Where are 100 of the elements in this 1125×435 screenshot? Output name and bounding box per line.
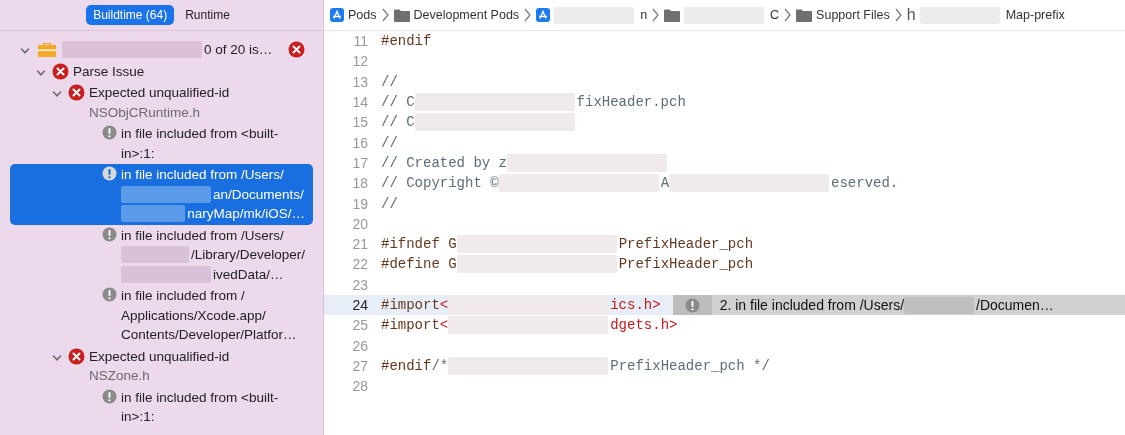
issue-text: ivedData/… <box>213 265 284 284</box>
breadcrumb-label: Support Files <box>816 8 890 22</box>
breadcrumb-item[interactable]: Support Files <box>796 8 890 22</box>
navigator-tab[interactable]: Buildtime (64) <box>86 5 175 25</box>
issue-row[interactable]: in file included from <built- in>:1: <box>10 386 313 428</box>
issue-row[interactable]: in file included from /Users/ an/Documents/ naryMap/mk/iOS/… <box>10 164 313 225</box>
warning-note-icon <box>102 125 117 140</box>
error-icon <box>68 84 85 101</box>
issue-row[interactable]: in file included from <built- in>:1: <box>10 123 313 164</box>
issue-text: Parse Issue <box>73 62 145 81</box>
file-name: NSZone.h <box>89 367 151 385</box>
issue-text: in file included from <built- <box>121 125 279 143</box>
code-text: PrefixHeader_pch */ <box>610 357 770 374</box>
error-icon <box>52 62 69 80</box>
annotation-text: 2. in file included from /Users/ <box>719 297 905 313</box>
chevron-icon[interactable] <box>36 67 46 78</box>
issue-text: Expected unqualified-id <box>89 347 230 366</box>
annotation-text: /Documen… <box>976 297 1054 313</box>
code-text: fixHeader.pch <box>576 94 686 111</box>
code-text: // Created by z <box>381 154 508 171</box>
error-icon <box>68 347 85 365</box>
app-icon <box>536 8 551 22</box>
breadcrumb-label: C <box>770 8 780 22</box>
line-number: 12 <box>351 53 369 70</box>
line-number: 11 <box>352 33 369 50</box>
line-number: 26 <box>351 337 369 354</box>
line-number: 27 <box>351 357 369 374</box>
line-number: 15 <box>351 114 369 131</box>
breadcrumb-item[interactable]: n <box>536 6 648 24</box>
breadcrumb-label: Development Pods <box>413 8 520 22</box>
issue-text: Applications/Xcode.app/ <box>121 306 266 325</box>
chevron-icon <box>524 8 532 22</box>
code-text: PrefixHeader_pch <box>618 236 754 253</box>
code-text: // Copyright © <box>381 175 499 192</box>
code-text: #ifndef G <box>381 236 457 253</box>
warning-note-icon <box>102 388 117 404</box>
navigator-tab[interactable]: Runtime <box>178 5 237 25</box>
issue-text: naryMap/mk/iOS/… <box>187 205 305 223</box>
chevron-icon <box>894 8 902 22</box>
breadcrumb-item[interactable]: Pods <box>330 8 377 22</box>
issue-text: in>:1: <box>121 408 155 426</box>
chevron-icon[interactable] <box>20 46 30 56</box>
code-text: // C <box>381 94 415 111</box>
code-text: /* <box>431 357 449 374</box>
issue-text: in>:1: <box>121 144 155 163</box>
issue-row[interactable]: Expected unqualified-id NSZone.h <box>10 345 313 387</box>
line-number: 25 <box>351 317 369 334</box>
issue-text: in file included from / <box>121 287 245 305</box>
line-number: 19 <box>351 195 369 212</box>
warning-note-icon <box>102 166 117 181</box>
line-number: 20 <box>351 215 369 232</box>
chevron-icon[interactable] <box>52 89 62 99</box>
breadcrumb-item[interactable]: Development Pods <box>393 8 520 22</box>
issue-row[interactable]: Parse Issue <box>10 60 313 82</box>
warning-note-icon <box>102 287 117 302</box>
folder-icon <box>664 8 681 22</box>
chevron-icon <box>381 8 389 22</box>
app-icon <box>330 8 344 22</box>
code-text: dgets.h> <box>610 317 678 334</box>
code-text: ics.h> <box>610 297 661 313</box>
line-number: 16 <box>351 134 369 151</box>
code-text: #import <box>381 297 440 313</box>
chevron-icon[interactable] <box>52 352 62 363</box>
header-file-icon: h <box>906 6 916 24</box>
warning-note-icon <box>102 226 117 242</box>
line-number: 22 <box>351 256 369 273</box>
issue-row[interactable]: in file included from / Applications/Xcode.app/ Contents/Developer/Platfor… <box>10 285 313 346</box>
breadcrumb-label: n <box>640 8 648 22</box>
issue-row[interactable]: in file included from /Users/ /Library/Developer/ ivedData/… <box>10 224 313 285</box>
line-number: 23 <box>351 276 369 293</box>
warning-note-icon <box>684 297 700 313</box>
code-text: // <box>381 195 398 212</box>
redaction-block <box>904 296 975 314</box>
issue-text: /Library/Developer/ <box>190 246 305 264</box>
code-text: // C <box>381 114 415 131</box>
issue-text: in file included from /Users/ <box>121 166 284 184</box>
issue-text: Expected unqualified-id <box>89 84 230 102</box>
issue-row[interactable]: Expected unqualified-id NSObjCRuntime.h <box>10 82 313 123</box>
issue-text: in file included from /Users/ <box>121 226 284 245</box>
code-text: PrefixHeader_pch <box>618 256 754 273</box>
code-text: #endif <box>381 33 432 50</box>
code-text: < <box>439 297 449 313</box>
file-name: NSObjCRuntime.h <box>89 103 202 122</box>
line-number: 21 <box>351 236 369 253</box>
code-text: // <box>381 134 398 151</box>
breadcrumb-item[interactable]: h Map-prefix <box>906 6 1065 24</box>
line-number: 18 <box>351 175 369 192</box>
code-text: eserved. <box>831 175 899 192</box>
code-text: // <box>381 73 398 90</box>
line-number: 13 <box>351 73 369 90</box>
breadcrumb-item[interactable]: C <box>664 6 780 24</box>
breadcrumb-label: Map-prefix <box>1005 8 1065 22</box>
folder-icon <box>393 8 410 22</box>
chevron-icon <box>784 8 792 22</box>
issue-annotation[interactable]: 2. in file included from /Users/ /Documen… <box>672 295 1125 315</box>
code-text: < <box>439 317 449 334</box>
code-text: #import <box>381 317 440 334</box>
issue-row[interactable]: 0 of 20 is… <box>10 39 313 61</box>
line-number: 24 <box>351 297 369 313</box>
issue-text: 0 of 20 is… <box>204 41 273 59</box>
